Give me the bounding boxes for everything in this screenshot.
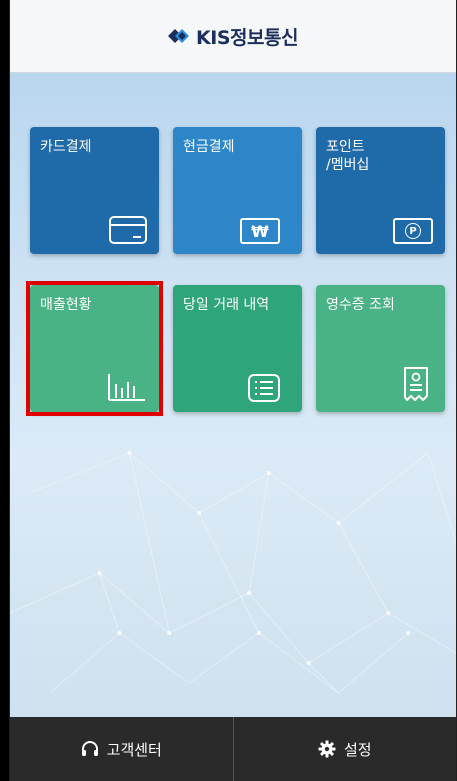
tile-label: 당일 거래 내역: [183, 297, 270, 313]
tile-label: 현금결제: [183, 139, 235, 155]
main-content: 카드결제 현금결제 ₩ 포인트 /멤버십 P 매출현황 당일 거래 내역 영수증…: [10, 73, 456, 717]
receipt-icon: [404, 367, 428, 401]
won-symbol: ₩: [251, 221, 269, 241]
customer-center-label: 고객센터: [106, 740, 162, 759]
app-screen: KIS정보통신 카드결제 현금결제 ₩ 포인트 /멤버십 P 매출현황 당일 거…: [9, 0, 457, 781]
tile-receipt-lookup[interactable]: 영수증 조회: [316, 285, 445, 412]
tile-today-transactions[interactable]: 당일 거래 내역: [173, 285, 302, 412]
brand-text: KIS정보통신: [196, 26, 298, 49]
tile-label: 영수증 조회: [326, 297, 395, 313]
customer-center-button[interactable]: 고객센터: [10, 717, 233, 781]
gear-icon: [318, 740, 336, 758]
settings-label: 설정: [343, 740, 372, 759]
selected-tile-highlight: [26, 281, 163, 416]
tile-card-payment[interactable]: 카드결제: [30, 127, 159, 254]
card-icon: [109, 216, 147, 244]
tile-label: 카드결제: [40, 139, 92, 155]
kis-logo-icon: [168, 29, 190, 43]
settings-button[interactable]: 설정: [232, 717, 457, 781]
won-icon: ₩: [240, 218, 280, 244]
bottom-navigation: 고객센터 설정: [10, 717, 456, 781]
tile-label: 포인트 /멤버십: [326, 139, 370, 173]
point-icon: P: [393, 218, 433, 244]
tile-point-membership[interactable]: 포인트 /멤버십 P: [316, 127, 445, 254]
headset-icon: [81, 741, 98, 756]
brand-logo: KIS정보통신: [168, 23, 298, 50]
tile-cash-payment[interactable]: 현금결제 ₩: [173, 127, 302, 254]
point-symbol: P: [405, 223, 421, 239]
list-icon: [248, 374, 280, 402]
app-header: KIS정보통신: [10, 0, 456, 73]
